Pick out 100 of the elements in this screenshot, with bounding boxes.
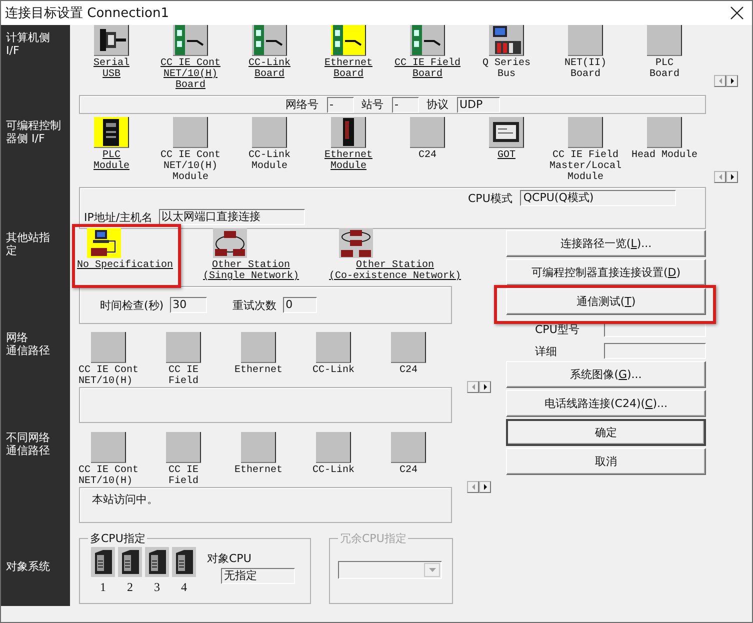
device-label: C24 bbox=[399, 465, 418, 476]
device-label: CC IE Cont NET/10(H) Module bbox=[160, 150, 220, 183]
connector-icon[interactable] bbox=[94, 25, 129, 56]
device-tile-icon[interactable] bbox=[166, 332, 201, 363]
field-label: 站号 bbox=[362, 97, 384, 112]
device-label: CC IE Field bbox=[168, 365, 198, 387]
section-label: 不同网络 bbox=[6, 431, 50, 444]
device-tile-icon[interactable] bbox=[410, 117, 445, 148]
device-label: CC-Link Module bbox=[248, 150, 290, 172]
dialog-button[interactable]: 通信测试(T) bbox=[506, 288, 706, 315]
close-icon[interactable] bbox=[730, 6, 744, 20]
field-label: CPU型号 bbox=[535, 322, 580, 336]
circuit-board-icon[interactable] bbox=[173, 25, 208, 56]
circuit-board-icon[interactable] bbox=[252, 25, 287, 56]
device-label: CC IE Cont NET/10(H) bbox=[78, 465, 138, 487]
device-tile-icon[interactable] bbox=[568, 117, 603, 148]
device-tile-icon[interactable] bbox=[391, 332, 426, 363]
scroll-left-button[interactable] bbox=[467, 481, 479, 493]
device-tile-icon[interactable] bbox=[252, 117, 287, 148]
dialog-button[interactable]: 系统图像(G)... bbox=[506, 361, 706, 388]
device-label: CC IE Field bbox=[168, 465, 198, 487]
network-number-field[interactable]: - bbox=[326, 96, 354, 112]
protocol-field[interactable]: UDP bbox=[456, 96, 500, 112]
window-title: 连接目标设置 Connection1 bbox=[5, 5, 169, 22]
section-label: 定 bbox=[6, 244, 17, 257]
target-cpu-field: 无指定 bbox=[221, 568, 295, 584]
field-label: 对象CPU bbox=[207, 551, 252, 566]
scroll-right-button[interactable] bbox=[726, 75, 738, 87]
device-tile-icon[interactable] bbox=[316, 432, 351, 463]
plc-module-icon[interactable] bbox=[94, 117, 129, 148]
device-tile-icon[interactable] bbox=[91, 332, 126, 363]
station-ring-icon[interactable] bbox=[213, 228, 248, 258]
device-label: PLC Board bbox=[649, 58, 680, 80]
cpu-number: 4 bbox=[181, 580, 187, 595]
dialog-button[interactable]: 电话线路连接(C24)(C)... bbox=[506, 390, 706, 417]
cpu-unit-icon[interactable] bbox=[118, 547, 142, 577]
device-label: CC-Link Board bbox=[248, 58, 290, 80]
cpu-unit-icon[interactable] bbox=[145, 547, 169, 577]
section-label: 网络 bbox=[6, 331, 28, 344]
module-icon[interactable] bbox=[331, 117, 366, 148]
cpu-unit-icon[interactable] bbox=[172, 547, 196, 577]
group-title: 多CPU指定 bbox=[88, 531, 148, 546]
device-label: CC IE Cont NET/10(H) Board bbox=[160, 58, 220, 91]
device-tile-icon[interactable] bbox=[568, 25, 603, 56]
cpu-unit-icon[interactable] bbox=[91, 547, 115, 577]
station-option-label[interactable]: Other Station (Single Network) bbox=[203, 260, 300, 282]
device-tile-icon[interactable] bbox=[647, 117, 682, 148]
cpu-number: 2 bbox=[127, 580, 133, 595]
section-label: 计算机侧 bbox=[6, 31, 50, 44]
station-option-label[interactable]: No Specification bbox=[77, 260, 174, 271]
device-tile-icon[interactable] bbox=[173, 117, 208, 148]
circuit-board-icon[interactable] bbox=[331, 25, 366, 56]
section-label: 通信路径 bbox=[6, 344, 50, 357]
scroll-right-button[interactable] bbox=[479, 481, 491, 493]
device-label: Ethernet Board bbox=[324, 58, 372, 80]
scroll-left-button[interactable] bbox=[714, 171, 726, 183]
device-label: Ethernet Module bbox=[324, 150, 372, 172]
retry-count-field[interactable]: 0 bbox=[282, 297, 317, 313]
dialog-button[interactable]: 取消 bbox=[506, 448, 706, 475]
cpu-mode-field[interactable]: QCPU(Q模式) bbox=[520, 190, 676, 206]
dialog-button[interactable]: 连接路径一览(L)... bbox=[506, 230, 706, 257]
input-field[interactable] bbox=[604, 343, 706, 359]
station-network-icon[interactable] bbox=[339, 228, 374, 258]
station-option-label[interactable]: Other Station (Co-existence Network) bbox=[329, 260, 462, 282]
device-label: CC IE Field Board bbox=[394, 58, 460, 80]
device-tile-icon[interactable] bbox=[241, 332, 276, 363]
section-label: 其他站指 bbox=[6, 231, 50, 244]
field-label: CPU模式 bbox=[468, 190, 512, 206]
station-number-field[interactable]: - bbox=[392, 96, 418, 112]
device-label: CC IE Field Master/Local Module bbox=[549, 150, 622, 183]
scroll-left-button[interactable] bbox=[467, 381, 479, 393]
device-tile-icon[interactable] bbox=[316, 332, 351, 363]
computer-station-icon[interactable] bbox=[87, 228, 121, 258]
section-label: 可编程控制 bbox=[6, 119, 61, 132]
device-tile-icon[interactable] bbox=[241, 432, 276, 463]
scroll-left-button[interactable] bbox=[714, 75, 726, 87]
device-label: CC-Link bbox=[312, 365, 354, 376]
scroll-right-button[interactable] bbox=[479, 381, 491, 393]
device-tile-icon[interactable] bbox=[647, 25, 682, 56]
group-title: 冗余CPU指定 bbox=[338, 531, 408, 546]
time-check-field[interactable]: 30 bbox=[170, 297, 207, 313]
circuit-board-icon[interactable] bbox=[410, 25, 445, 56]
computer-rack-icon[interactable] bbox=[489, 25, 524, 56]
device-tile-icon[interactable] bbox=[391, 432, 426, 463]
device-label: C24 bbox=[418, 150, 436, 161]
dialog-button[interactable]: 可编程控制器直接连接设置(D) bbox=[506, 259, 706, 286]
device-label: Head Module bbox=[631, 150, 698, 161]
cpu-number: 3 bbox=[154, 580, 160, 595]
device-label: Ethernet bbox=[234, 365, 282, 376]
field-label: 协议 bbox=[426, 97, 448, 112]
device-tile-icon[interactable] bbox=[91, 432, 126, 463]
status-message: 本站访问中。 bbox=[92, 493, 158, 506]
field-label: 重试次数 bbox=[232, 298, 277, 312]
screen-panel-icon[interactable] bbox=[489, 117, 524, 148]
scroll-right-button[interactable] bbox=[726, 171, 738, 183]
device-tile-icon[interactable] bbox=[166, 432, 201, 463]
section-label: I/F bbox=[6, 44, 20, 57]
dialog-button[interactable]: 确定 bbox=[506, 419, 706, 446]
device-label: Q Series Bus bbox=[482, 58, 530, 80]
ip-address-field[interactable]: 以太网端口直接连接 bbox=[158, 209, 305, 225]
